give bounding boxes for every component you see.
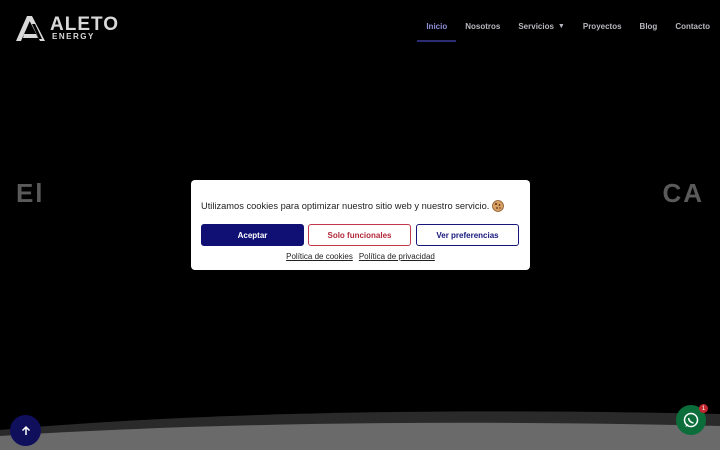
view-preferences-button[interactable]: Ver preferencias xyxy=(416,224,519,246)
scroll-to-top-button[interactable] xyxy=(10,415,41,446)
nav-item-servicios[interactable]: Servicios ▼ xyxy=(518,22,565,31)
nav-item-blog[interactable]: Blog xyxy=(640,22,658,31)
logo-mark-icon xyxy=(16,16,45,41)
arrow-up-icon xyxy=(21,425,30,435)
accept-cookies-button[interactable]: Aceptar xyxy=(201,224,304,246)
main-nav: Inicio Nosotros Servicios ▼ Proyectos Blo… xyxy=(408,22,710,42)
nav-item-proyectos[interactable]: Proyectos xyxy=(583,22,622,31)
cookie-message: Utilizamos cookies para optimizar nuestr… xyxy=(201,201,490,211)
whatsapp-icon xyxy=(683,412,699,428)
nav-item-nosotros[interactable]: Nosotros xyxy=(465,22,500,31)
privacy-policy-link[interactable]: Política de privacidad xyxy=(359,252,435,261)
brand-logo[interactable]: ALETO ENERGY xyxy=(14,14,119,42)
nav-item-inicio[interactable]: Inicio xyxy=(417,22,457,42)
cookie-icon xyxy=(492,200,505,212)
site-header: ALETO ENERGY Inicio Nosotros Servicios ▼ … xyxy=(0,0,720,60)
whatsapp-badge: 1 xyxy=(699,404,708,413)
hero-bottom-wave xyxy=(0,411,720,450)
cookie-policy-link[interactable]: Política de cookies xyxy=(286,252,353,261)
nav-item-contacto[interactable]: Contacto xyxy=(675,22,710,31)
chevron-down-icon: ▼ xyxy=(557,23,565,30)
cookie-consent-banner: Utilizamos cookies para optimizar nuestr… xyxy=(191,180,530,270)
functional-only-button[interactable]: Solo funcionales xyxy=(308,224,411,246)
